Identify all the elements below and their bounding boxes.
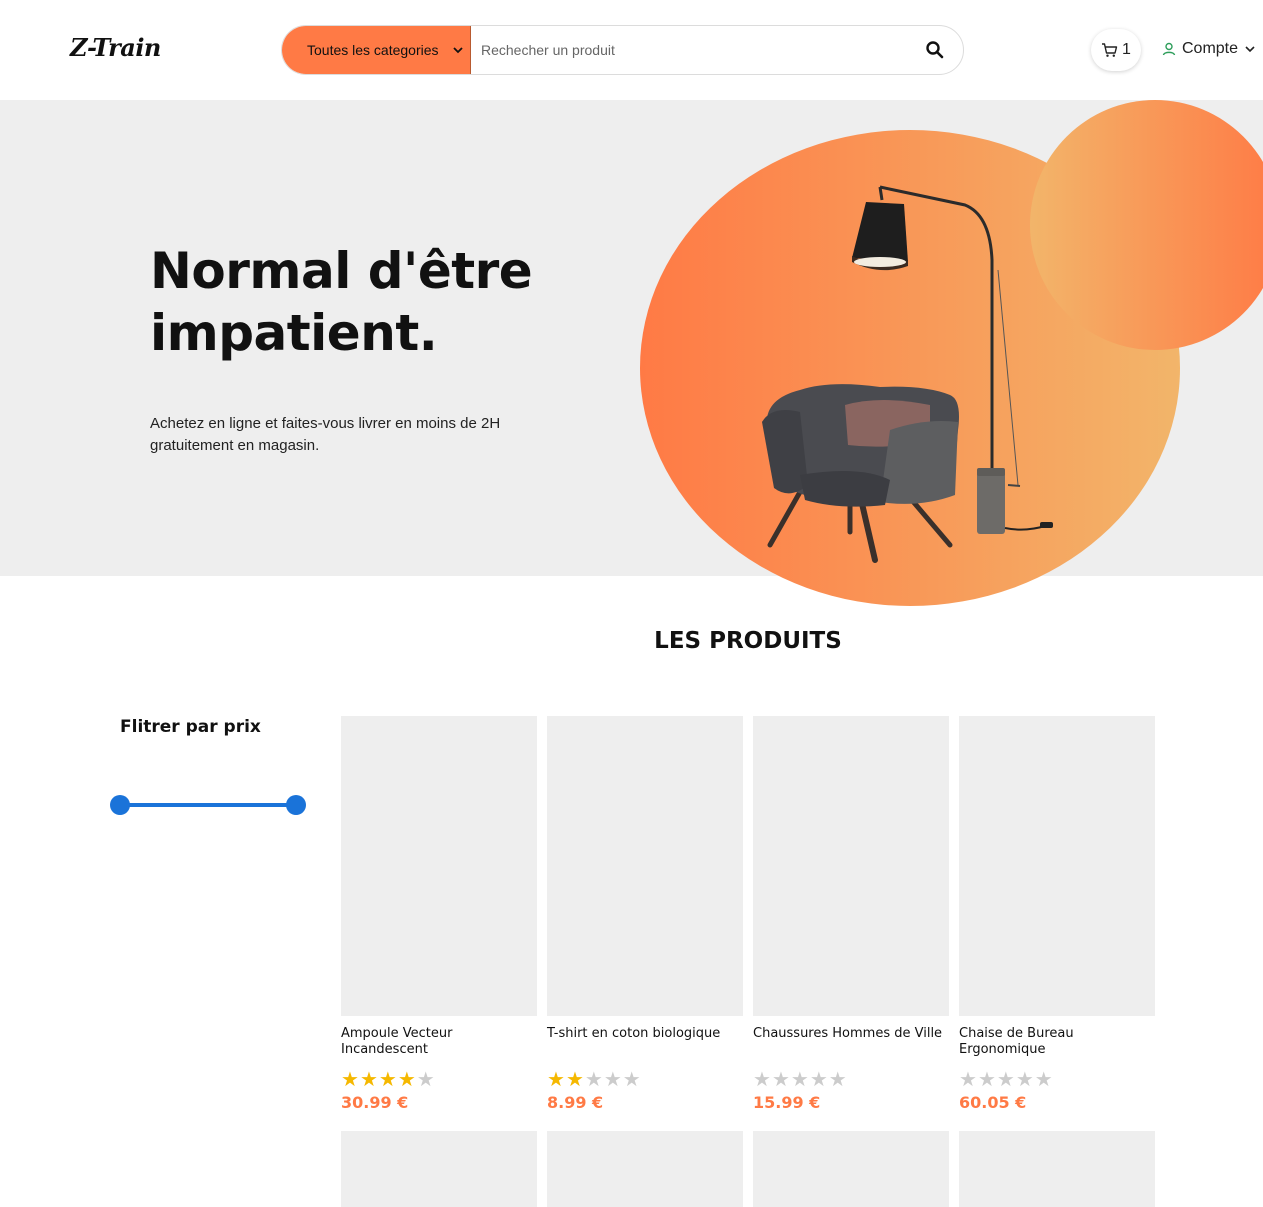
product-card[interactable]: Chaussures Hommes de Ville ★ ★ ★ ★ ★ 15.99 € bbox=[753, 716, 949, 1112]
star-empty-icon: ★ bbox=[828, 1069, 847, 1091]
star-empty-icon: ★ bbox=[809, 1069, 828, 1091]
star-empty-icon: ★ bbox=[584, 1069, 603, 1091]
product-rating: ★ ★ ★ ★ ★ bbox=[753, 1070, 949, 1090]
product-name[interactable]: Chaise de Bureau Ergonomique bbox=[959, 1026, 1155, 1058]
star-filled-icon: ★ bbox=[341, 1069, 359, 1091]
category-select-label: Toutes les categories bbox=[307, 42, 439, 58]
star-empty-icon: ★ bbox=[790, 1069, 809, 1091]
product-image[interactable] bbox=[753, 716, 949, 1016]
account-label: Compte bbox=[1182, 40, 1239, 57]
product-card[interactable]: Ampoule Vecteur Incandescent ★ ★ ★ ★ ★ 30.99… bbox=[341, 716, 537, 1112]
star-filled-icon: ★ bbox=[378, 1069, 397, 1091]
star-empty-icon: ★ bbox=[959, 1069, 977, 1091]
product-image[interactable] bbox=[341, 1131, 537, 1207]
star-filled-icon: ★ bbox=[359, 1069, 378, 1091]
star-empty-icon: ★ bbox=[753, 1069, 771, 1091]
star-empty-icon: ★ bbox=[603, 1069, 622, 1091]
product-name[interactable]: Ampoule Vecteur Incandescent bbox=[341, 1026, 537, 1058]
chevron-down-icon bbox=[1245, 46, 1255, 53]
star-empty-icon: ★ bbox=[416, 1069, 435, 1091]
search-bar: Toutes les categories bbox=[281, 25, 964, 75]
hero-title: Normal d'être impatient. bbox=[150, 242, 533, 362]
product-rating: ★ ★ ★ ★ ★ bbox=[547, 1070, 743, 1090]
star-empty-icon: ★ bbox=[771, 1069, 790, 1091]
page: Z-Train Toutes les categories 1 bbox=[0, 0, 1263, 1207]
category-select[interactable]: Toutes les categories bbox=[282, 26, 471, 74]
product-rating: ★ ★ ★ ★ ★ bbox=[341, 1070, 537, 1090]
hero-banner: Normal d'être impatient. Achetez en lign… bbox=[0, 100, 1263, 576]
chevron-down-icon bbox=[453, 47, 463, 54]
star-empty-icon: ★ bbox=[996, 1069, 1015, 1091]
product-image[interactable] bbox=[547, 1131, 743, 1207]
product-price: 30.99 € bbox=[341, 1093, 409, 1112]
product-price: 8.99 € bbox=[547, 1093, 604, 1112]
logo[interactable]: Z-Train bbox=[70, 33, 161, 62]
product-name[interactable]: Chaussures Hommes de Ville bbox=[753, 1026, 949, 1058]
star-filled-icon: ★ bbox=[547, 1069, 565, 1091]
product-card[interactable]: Chaise de Bureau Ergonomique ★ ★ ★ ★ ★ 60.05… bbox=[959, 716, 1155, 1112]
search-icon[interactable] bbox=[925, 40, 945, 60]
product-rating: ★ ★ ★ ★ ★ bbox=[959, 1070, 1155, 1090]
slider-thumb-max[interactable] bbox=[286, 795, 306, 815]
cart-icon bbox=[1102, 43, 1118, 57]
star-filled-icon: ★ bbox=[397, 1069, 416, 1091]
price-filter-title: Flitrer par prix bbox=[120, 717, 261, 737]
product-image[interactable] bbox=[959, 1131, 1155, 1207]
star-empty-icon: ★ bbox=[1015, 1069, 1034, 1091]
star-empty-icon: ★ bbox=[1034, 1069, 1053, 1091]
search-input[interactable] bbox=[481, 40, 901, 60]
cart-count: 1 bbox=[1122, 41, 1131, 58]
product-price: 15.99 € bbox=[753, 1093, 821, 1112]
price-range-slider[interactable] bbox=[110, 794, 306, 816]
product-price: 60.05 € bbox=[959, 1093, 1027, 1112]
account-menu[interactable]: Compte bbox=[1162, 40, 1256, 58]
user-icon bbox=[1162, 42, 1176, 56]
product-name[interactable]: T-shirt en coton biologique bbox=[547, 1026, 743, 1058]
product-card[interactable]: T-shirt en coton biologique ★ ★ ★ ★ ★ 8.99 € bbox=[547, 716, 743, 1112]
hero-subtitle: Achetez en ligne et faites-vous livrer e… bbox=[150, 415, 501, 454]
cart-button[interactable]: 1 bbox=[1091, 29, 1141, 71]
top-header: Z-Train Toutes les categories 1 bbox=[0, 0, 1263, 100]
star-empty-icon: ★ bbox=[977, 1069, 996, 1091]
slider-track bbox=[120, 803, 296, 807]
star-filled-icon: ★ bbox=[565, 1069, 584, 1091]
product-image[interactable] bbox=[547, 716, 743, 1016]
product-image[interactable] bbox=[341, 716, 537, 1016]
slider-thumb-min[interactable] bbox=[110, 795, 130, 815]
product-image[interactable] bbox=[753, 1131, 949, 1207]
star-empty-icon: ★ bbox=[622, 1069, 641, 1091]
product-image[interactable] bbox=[959, 716, 1155, 1016]
products-title: LES PRODUITS bbox=[654, 628, 842, 654]
